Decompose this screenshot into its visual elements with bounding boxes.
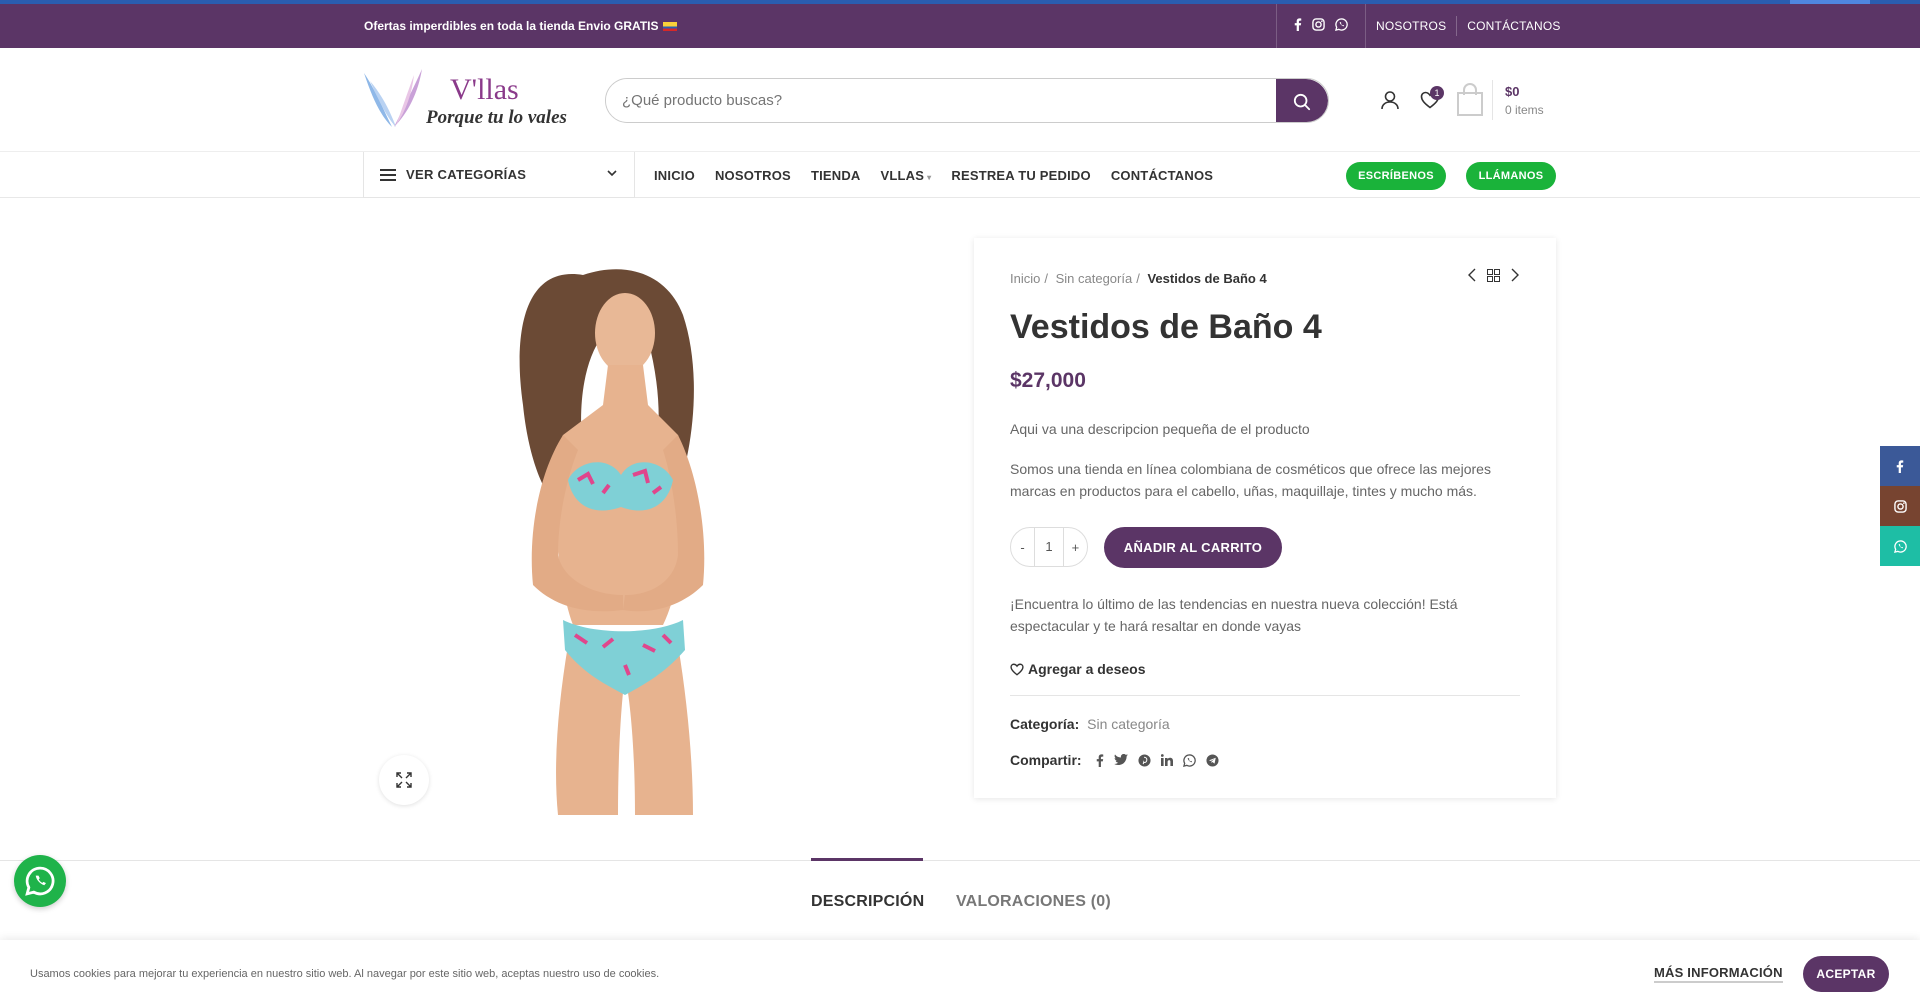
quantity-input[interactable]: 1 [1034,528,1064,566]
twitter-icon[interactable] [1113,754,1128,766]
main-menu: INICIO NOSOTROS TIENDA VLLAS ▾ RESTREA TU… [654,152,1233,198]
instagram-icon [1893,499,1907,513]
heart-icon [1010,663,1024,676]
logo-tagline: Porque tu lo vales [425,107,567,128]
cookie-text: Usamos cookies para mejorar tu experienc… [30,968,660,980]
categories-dropdown[interactable]: VER CATEGORÍAS [363,152,635,198]
product-price: $27,000 [1010,369,1086,392]
product-share: Compartir: [1010,752,1219,768]
sticky-instagram-button[interactable] [1880,486,1920,526]
search-icon [1293,93,1311,110]
product-title: Vestidos de Baño 4 [1010,308,1322,346]
cookie-more-info-link[interactable]: MÁS INFORMACIÓN [1654,965,1783,983]
product-category: Categoría: Sin categoría [1010,716,1170,732]
product-summary: Inicio / Sin categoría / Vestidos de Baño … [974,238,1556,798]
topbar-links: NOSOTROS CONTÁCTANOS [1366,4,1571,48]
breadcrumb-category[interactable]: Sin categoría [1056,271,1133,286]
tabs-divider [0,860,1920,861]
product-description: Somos una tienda en línea colombiana de … [1010,461,1491,499]
site-logo[interactable]: V'llas Porque tu lo vales [362,67,577,131]
header-icons: 1 $0 0 items [1370,80,1544,120]
instagram-icon[interactable] [1312,18,1325,34]
chevron-down-icon [607,170,617,177]
quantity-stepper: - 1 + [1010,527,1088,567]
sticky-facebook-button[interactable] [1880,446,1920,486]
add-to-cart-button[interactable]: AÑADIR AL CARRITO [1104,527,1282,568]
telegram-icon[interactable] [1206,753,1219,767]
wishlist-label: Agregar a deseos [1028,661,1146,677]
zoom-button[interactable] [379,755,429,805]
whatsapp-icon[interactable] [1182,753,1196,767]
product-navigation [1467,268,1520,282]
cookie-banner: Usamos cookies para mejorar tu experienc… [0,940,1920,1002]
site-header: V'llas Porque tu lo vales 1 $0 0 items [0,48,1920,152]
menu-item-contactanos[interactable]: CONTÁCTANOS [1111,168,1213,183]
whatsapp-float-button[interactable] [14,855,66,907]
whatsapp-icon [1893,539,1907,553]
category-label: Categoría: [1010,716,1080,732]
chevron-right-icon[interactable] [1510,268,1520,282]
linkedin-icon[interactable] [1160,754,1173,766]
topbar-link-nosotros[interactable]: NOSOTROS [1366,19,1456,33]
quantity-minus-button[interactable]: - [1011,540,1034,555]
write-us-button[interactable]: ESCRÍBENOS [1346,162,1446,190]
whatsapp-icon[interactable] [1335,18,1348,34]
topbar-link-contactanos[interactable]: CONTÁCTANOS [1457,19,1570,33]
menu-item-tienda[interactable]: TIENDA [811,168,861,183]
cart-item-count: 0 items [1505,102,1544,117]
menu-item-inicio[interactable]: INICIO [654,168,695,183]
sticky-whatsapp-button[interactable] [1880,526,1920,566]
chevron-left-icon[interactable] [1467,268,1477,282]
facebook-icon[interactable] [1096,753,1104,767]
logo-brand: V'llas [450,73,519,106]
tab-descripcion[interactable]: DESCRIPCIÓN [811,893,924,911]
top-bar: Ofertas imperdibles en toda la tienda En… [0,4,1920,48]
category-link[interactable]: Sin categoría [1087,716,1170,732]
wishlist-button[interactable]: 1 [1410,80,1450,120]
add-to-wishlist-button[interactable]: Agregar a deseos [1010,661,1146,677]
wishlist-count-badge: 1 [1430,86,1444,100]
categories-label: VER CATEGORÍAS [406,167,527,182]
menu-item-nosotros[interactable]: NOSOTROS [715,168,791,183]
facebook-icon[interactable] [1294,18,1302,34]
account-button[interactable] [1370,80,1410,120]
breadcrumb-inicio[interactable]: Inicio [1010,271,1040,286]
search-bar [605,78,1329,123]
search-button[interactable] [1276,79,1328,122]
whatsapp-icon [25,866,55,896]
user-icon [1381,91,1399,110]
sticky-social-bar [1880,446,1920,566]
main-navigation: VER CATEGORÍAS INICIO NOSOTROS TIENDA VL… [0,152,1920,198]
colombia-flag-icon [662,22,677,32]
call-us-button[interactable]: LLÁMANOS [1466,162,1556,190]
product-image[interactable] [363,255,925,815]
hamburger-icon [380,168,396,181]
expand-icon [396,772,412,788]
cookie-accept-button[interactable]: ACEPTAR [1803,956,1889,992]
chevron-down-icon: ▾ [927,172,932,182]
topbar-social [1276,4,1366,48]
breadcrumb-current: Vestidos de Baño 4 [1147,271,1267,286]
quantity-plus-button[interactable]: + [1064,540,1087,555]
cart-widget[interactable]: $0 0 items [1456,80,1544,120]
share-label: Compartir: [1010,752,1082,768]
menu-item-restrea-pedido[interactable]: RESTREA TU PEDIDO [951,168,1090,183]
tab-active-indicator [811,858,923,861]
grid-icon[interactable] [1487,268,1500,282]
menu-item-vllas[interactable]: VLLAS ▾ [881,168,932,183]
shopping-bag-icon [1457,83,1483,116]
divider [1010,695,1520,696]
cart-total: $0 [1505,83,1520,99]
promo-banner: Ofertas imperdibles en toda la tienda En… [364,19,677,33]
search-input[interactable] [606,79,1266,122]
breadcrumb: Inicio / Sin categoría / Vestidos de Baño … [1010,271,1267,286]
facebook-icon [1896,459,1904,473]
product-promo-text: ¡Encuentra lo último de las tendencias e… [1010,596,1458,634]
tab-valoraciones[interactable]: VALORACIONES (0) [956,893,1111,911]
pinterest-icon[interactable] [1138,753,1151,767]
product-short-description: Aqui va una descripcion pequeña de el pr… [1010,421,1310,437]
